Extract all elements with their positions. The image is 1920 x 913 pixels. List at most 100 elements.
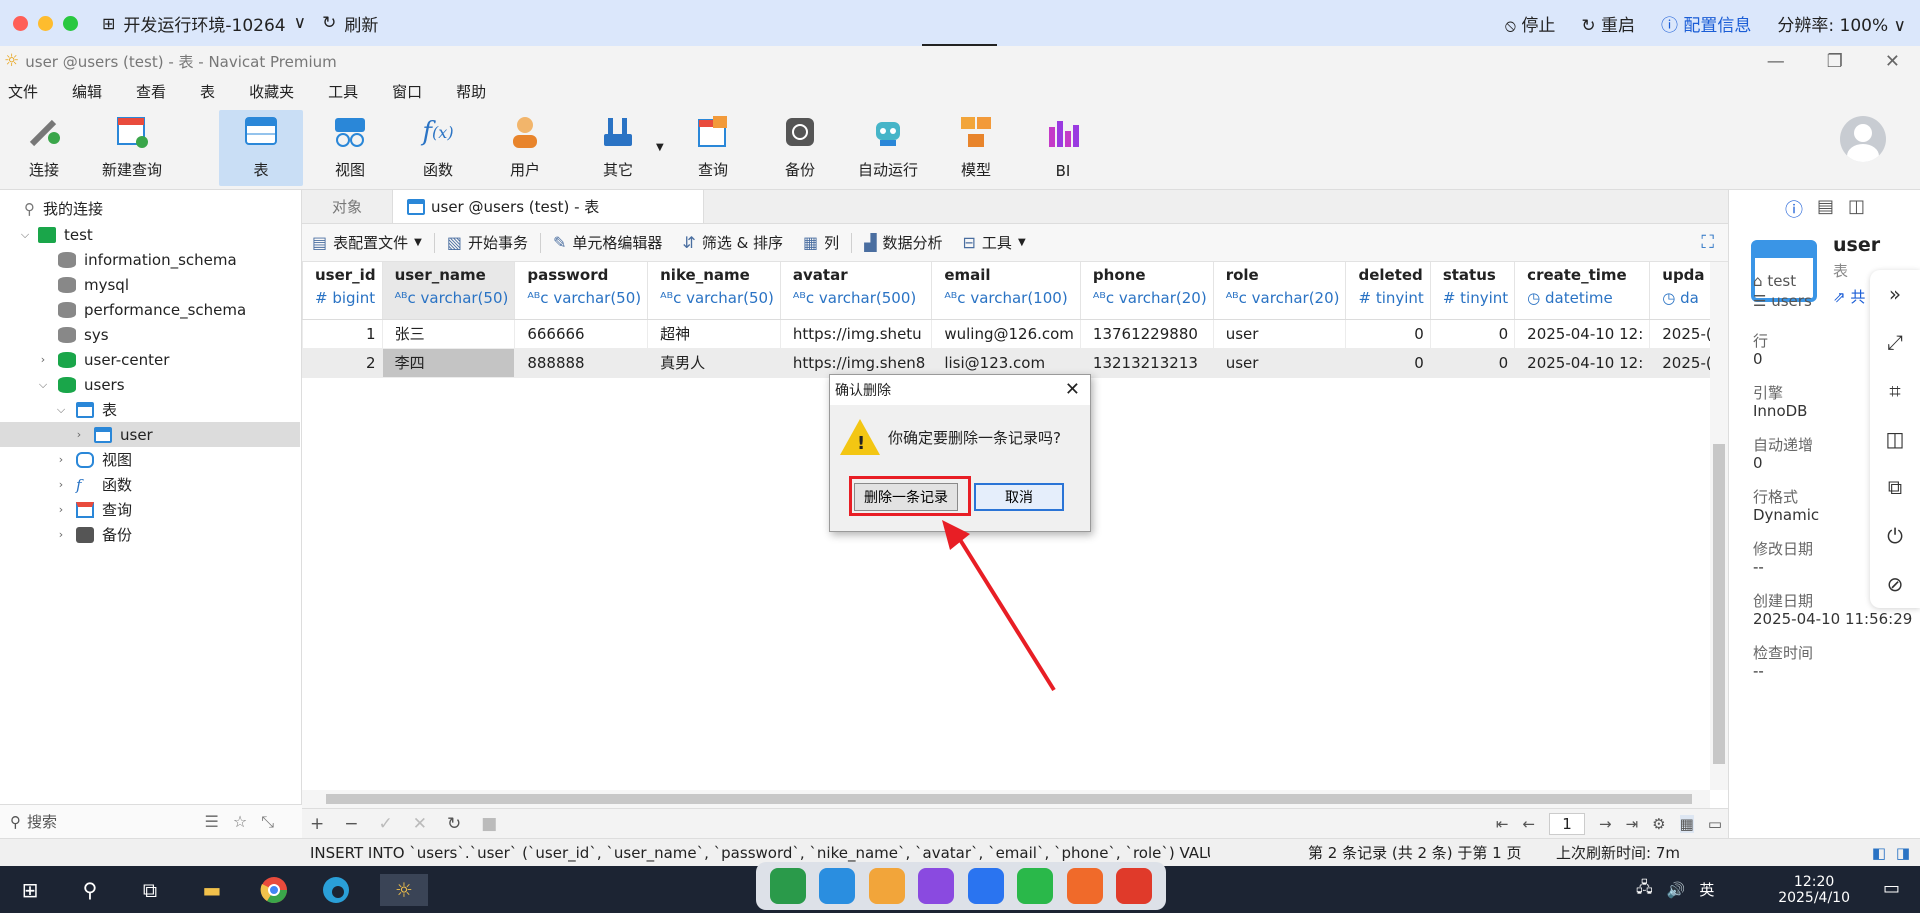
column-header[interactable]: nike_name ᴬᴮc varchar(50) xyxy=(647,262,781,320)
backup-button[interactable]: 备份 xyxy=(758,110,842,186)
vertical-scrollbar[interactable] xyxy=(1710,262,1728,790)
dock-app-icon[interactable] xyxy=(769,868,806,904)
tree-table-user[interactable]: › user xyxy=(0,422,300,447)
user-button[interactable]: 用户 xyxy=(483,110,567,186)
star-icon[interactable]: ☆ xyxy=(233,812,247,832)
model-button[interactable]: 模型 xyxy=(934,110,1018,186)
menu-file[interactable]: 文件 xyxy=(0,81,50,102)
tree-db-sys[interactable]: sys xyxy=(0,322,300,347)
last-page-icon[interactable]: ⇥ xyxy=(1626,815,1639,833)
columns-button[interactable]: ▦ 列 xyxy=(793,232,849,253)
tree-conn-test[interactable]: ⌵ test xyxy=(0,222,300,247)
chrome-icon[interactable] xyxy=(258,874,290,906)
tab-user-table[interactable]: user @users (test) - 表 xyxy=(392,189,704,223)
navicat-taskbar-icon[interactable]: ☼ xyxy=(380,874,428,906)
cancel-button[interactable]: 取消 xyxy=(974,483,1064,511)
fullscreen-icon[interactable]: ⤢ xyxy=(1887,330,1903,354)
chevron-right-icon[interactable]: › xyxy=(36,353,50,366)
table-row[interactable]: 2 李四 888888 真男人 https://img.shen8 lisi@1… xyxy=(302,348,1710,378)
dock-app-icon[interactable] xyxy=(1066,868,1103,904)
grid-view-icon[interactable]: ▦ xyxy=(1679,814,1694,833)
data-analysis-button[interactable]: ▟ 数据分析 xyxy=(854,232,952,253)
dock-app-icon[interactable] xyxy=(819,868,856,904)
tree-db-mysql[interactable]: mysql xyxy=(0,272,300,297)
filter-sort-button[interactable]: ⇵ 筛选 & 排序 xyxy=(672,232,793,253)
dock-app-icon[interactable] xyxy=(918,868,955,904)
apply-icon[interactable]: ✓ xyxy=(379,814,393,834)
chevron-right-icon[interactable]: › xyxy=(72,428,86,441)
horizontal-scrollbar[interactable] xyxy=(302,790,1710,808)
chevron-down-icon[interactable]: ⌵ xyxy=(36,378,50,392)
query-button[interactable]: 查询 xyxy=(671,110,755,186)
start-icon[interactable]: ⊞ xyxy=(14,874,46,906)
sidebar-search[interactable]: ⚲ 搜索 ☰ ☆ ⤡ xyxy=(0,804,302,838)
bi-button[interactable]: BI xyxy=(1021,110,1105,186)
restart-button[interactable]: ↻ 重启 xyxy=(1581,11,1635,36)
column-header[interactable]: create_time ◷ datetime xyxy=(1514,262,1651,320)
function-button[interactable]: f (x) 函数 xyxy=(396,110,480,186)
search-icon[interactable]: ⚲ xyxy=(74,874,106,906)
notification-icon[interactable]: ▭ xyxy=(1883,878,1900,899)
menu-view[interactable]: 查看 xyxy=(128,81,178,102)
column-header[interactable]: avatar ᴬᴮc varchar(500) xyxy=(780,262,933,320)
connect-button[interactable]: 连接 xyxy=(2,110,86,186)
maximize-dot[interactable] xyxy=(63,15,78,31)
add-record-icon[interactable]: + xyxy=(310,814,324,834)
resolution-select[interactable]: 分辨率: 100% ∨ xyxy=(1777,11,1906,36)
scan-icon[interactable]: ⌗ xyxy=(1889,379,1900,403)
close-dot[interactable] xyxy=(13,15,28,31)
edge-icon[interactable] xyxy=(320,874,352,906)
info-icon[interactable]: ⓘ xyxy=(1785,196,1803,222)
collapse-icon[interactable]: ⤡ xyxy=(261,812,274,832)
tree-functions-node[interactable]: › f 函数 xyxy=(0,472,300,497)
menu-favorites[interactable]: 收藏夹 xyxy=(241,81,306,102)
ime-indicator[interactable]: 英 xyxy=(1699,879,1714,900)
column-header[interactable]: role ᴬᴮc varchar(20) xyxy=(1213,262,1347,320)
dock-app-icon[interactable] xyxy=(967,868,1004,904)
cell-editor-button[interactable]: ✎ 单元格编辑器 xyxy=(543,232,672,253)
chevron-right-icon[interactable]: › xyxy=(54,453,68,466)
other-button[interactable]: 其它 xyxy=(576,110,660,186)
menu-edit[interactable]: 编辑 xyxy=(64,81,114,102)
table-button[interactable]: 表 xyxy=(219,110,303,186)
minimize-icon[interactable]: — xyxy=(1767,51,1785,72)
tools-menu-button[interactable]: ⊟ 工具 ▼ xyxy=(953,232,1036,253)
tree-views-node[interactable]: › 视图 xyxy=(0,447,300,472)
account-avatar[interactable] xyxy=(1840,116,1886,162)
menu-window[interactable]: 窗口 xyxy=(384,81,434,102)
tree-queries-node[interactable]: › 查询 xyxy=(0,497,300,522)
remote-env-title[interactable]: ⊞ 开发运行环境-10264 ∨ ↻ 刷新 xyxy=(102,11,378,36)
chevron-down-icon[interactable]: ⌵ xyxy=(18,228,32,242)
column-header[interactable]: phone ᴬᴮc varchar(20) xyxy=(1080,262,1214,320)
ddl-icon[interactable]: ▤ xyxy=(1817,196,1834,222)
layout-icon[interactable]: ◫ xyxy=(1848,196,1865,222)
new-query-button[interactable]: 新建查询 xyxy=(90,110,174,186)
dock-app-icon[interactable] xyxy=(1116,868,1153,904)
close-icon[interactable]: ✕ xyxy=(1885,51,1900,72)
close-icon[interactable]: ✕ xyxy=(1065,379,1080,400)
column-header[interactable]: user_id # bigint xyxy=(302,262,383,320)
panel-left-icon[interactable]: ◧ xyxy=(1872,844,1886,862)
column-header[interactable]: status # tinyint xyxy=(1430,262,1516,320)
refresh-button[interactable]: 刷新 xyxy=(344,11,378,36)
column-header[interactable]: upda ◷ da xyxy=(1649,262,1710,320)
tree-db-users[interactable]: ⌵ users xyxy=(0,372,300,397)
expand-icon[interactable]: ⛶ xyxy=(1701,232,1714,253)
task-view-icon[interactable]: ⧉ xyxy=(134,874,166,906)
page-number-input[interactable]: 1 xyxy=(1549,812,1586,835)
chevron-right-icon[interactable]: › xyxy=(54,528,68,541)
delete-record-icon[interactable]: − xyxy=(344,814,358,834)
prev-page-icon[interactable]: ← xyxy=(1522,815,1535,833)
share-link[interactable]: ⇗ 共 xyxy=(1833,286,1865,307)
next-page-icon[interactable]: → xyxy=(1599,815,1612,833)
copy-icon[interactable]: ⧉ xyxy=(1888,475,1902,499)
tree-db-user-center[interactable]: › user-center xyxy=(0,347,300,372)
first-page-icon[interactable]: ⇤ xyxy=(1496,815,1509,833)
dock-app-icon[interactable] xyxy=(1017,868,1054,904)
column-header[interactable]: password ᴬᴮc varchar(50) xyxy=(514,262,649,320)
network-icon[interactable]: 🖧 xyxy=(1636,877,1653,902)
tree-db-information-schema[interactable]: information_schema xyxy=(0,247,300,272)
taskbar-clock[interactable]: 12:20 2025/4/10 xyxy=(1778,866,1850,913)
restore-icon[interactable]: ❐ xyxy=(1827,51,1843,72)
tree-backups-node[interactable]: › 备份 xyxy=(0,522,300,547)
